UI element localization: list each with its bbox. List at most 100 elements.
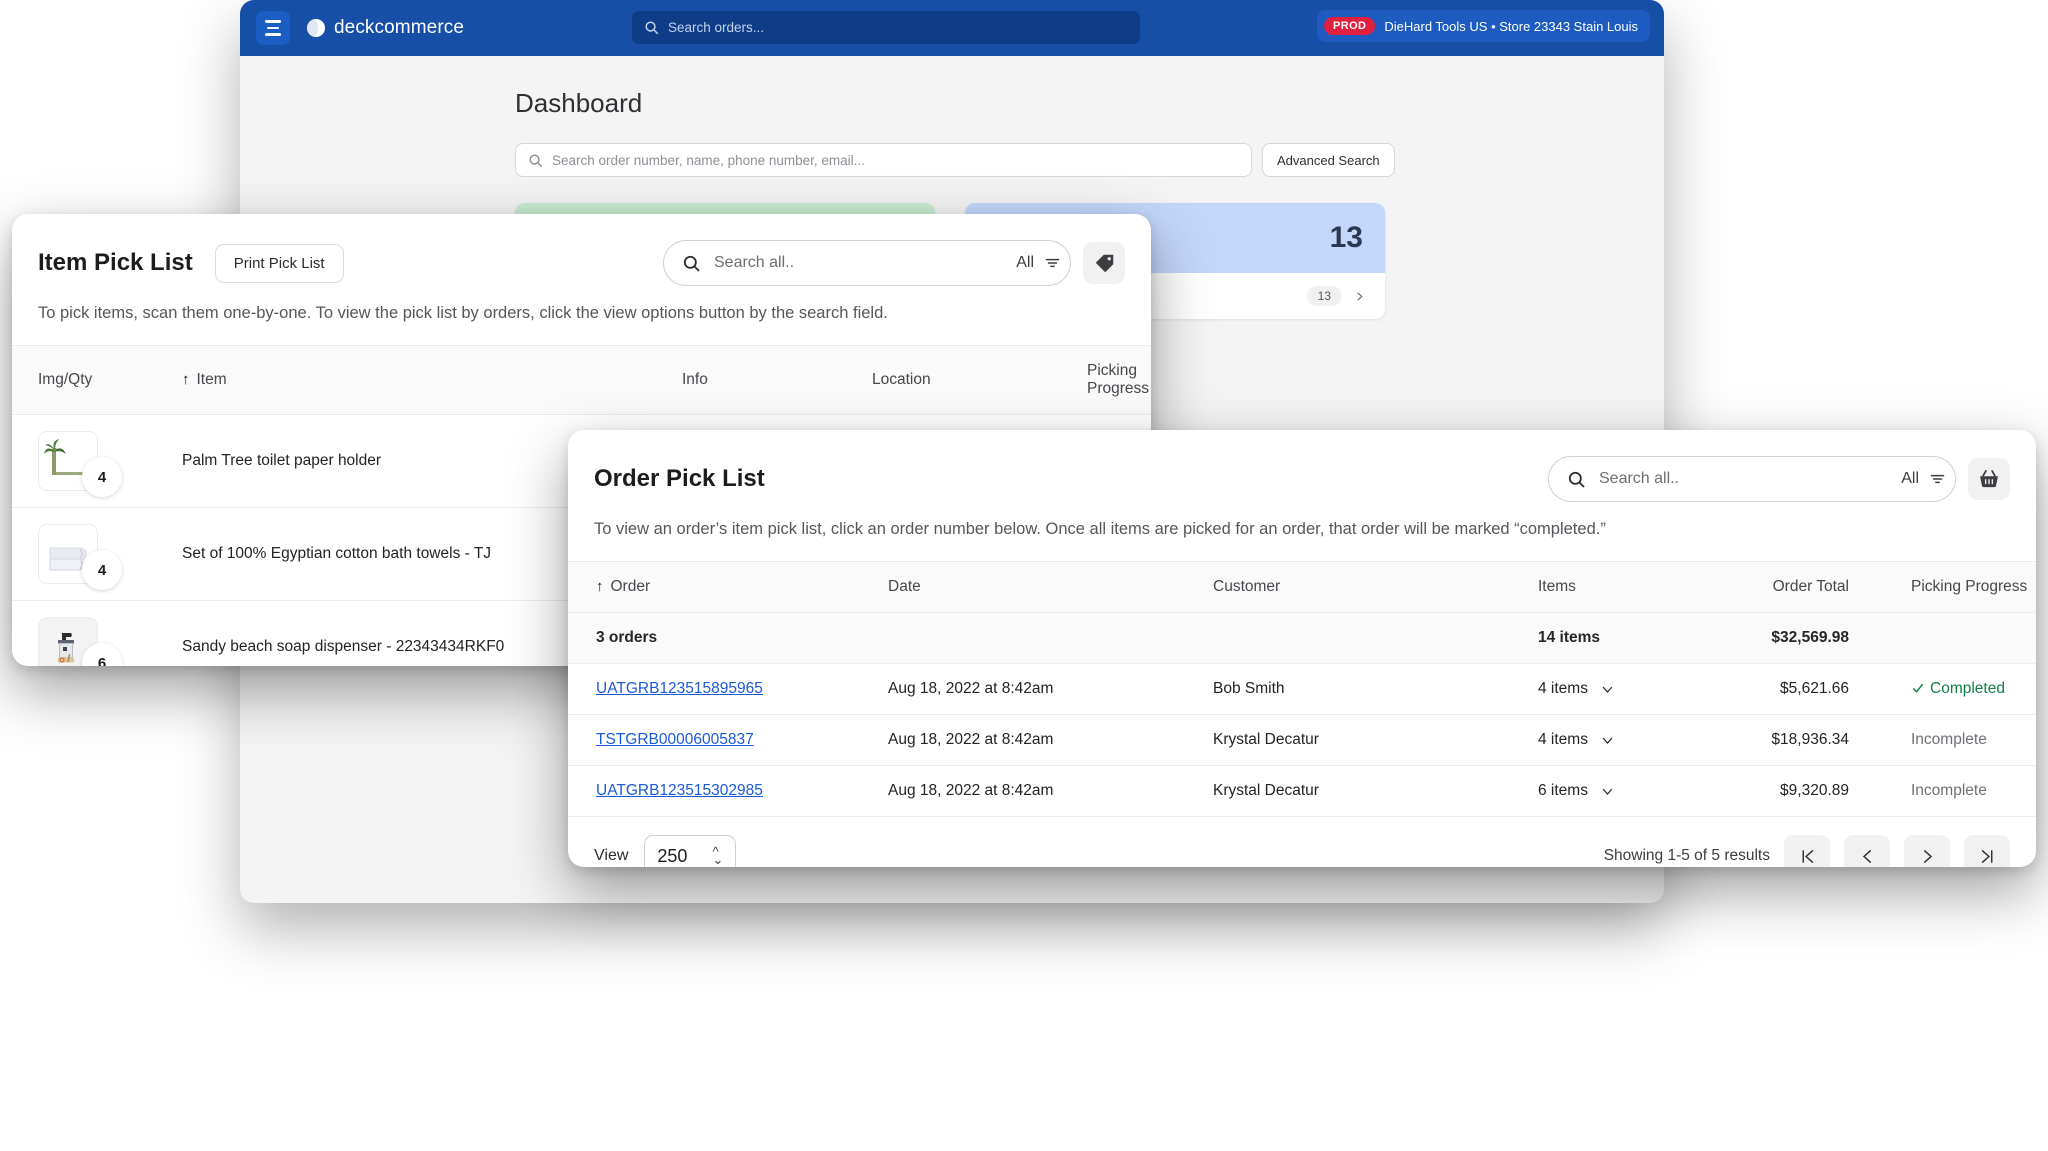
order-total: $9,320.89 [1693,765,1873,817]
header-search-input[interactable]: Search orders... [632,11,1140,44]
order-items-cell[interactable]: 4 items [1538,680,1693,698]
screenshot-root: deckcommerce Search orders... PROD DieHa… [0,0,2048,1151]
table-row[interactable]: TSTGRB00006005837 Aug 18, 2022 at 8:42am… [568,714,2036,766]
order-date: Aug 18, 2022 at 8:42am [888,663,1213,715]
order-date: Aug 18, 2022 at 8:42am [888,765,1213,817]
sort-asc-icon: ↑ [596,578,604,595]
check-icon [1912,683,1924,693]
order-customer: Krystal Decatur [1213,765,1538,817]
tag-view-button[interactable] [1083,242,1125,284]
order-number-link[interactable]: TSTGRB00006005837 [596,731,754,748]
showing-results-label: Showing 1-5 of 5 results [1603,847,1770,864]
item-pick-list-topbar: Item Pick List Print Pick List Search al… [12,214,1151,286]
order-total: $18,936.34 [1693,714,1873,766]
order-items-count: 4 items [1538,731,1588,748]
dashboard-search-input[interactable]: Search order number, name, phone number,… [515,143,1252,177]
first-page-icon [1802,849,1813,863]
column-customer: Customer [1213,561,1538,613]
item-pick-list-title: Item Pick List [38,249,193,276]
dashboard-search-placeholder: Search order number, name, phone number,… [552,152,865,168]
card-row-count: 13 [1306,286,1342,306]
filter-icon [1930,474,1945,484]
summary-items: 14 items [1538,612,1693,664]
summary-orders: 3 orders [568,612,888,664]
first-page-button[interactable] [1784,835,1830,867]
print-pick-list-button[interactable]: Print Pick List [214,243,344,283]
pagination: Showing 1-5 of 5 results [1604,835,2010,867]
column-order-total: Order Total [1693,561,1873,613]
dashboard-search-row: Search order number, name, phone number,… [515,143,1664,177]
page-size-stepper[interactable]: 250 ^ ⌄ [644,835,737,867]
item-pick-list-description: To pick items, scan them one-by-one. To … [38,304,888,322]
item-filter-label: All [1016,254,1034,271]
item-search-input[interactable]: Search all.. All [663,240,1071,286]
chevron-down-icon [1602,737,1613,744]
last-page-icon [1981,849,1992,863]
item-thumbnail-cell: 4 [38,524,122,590]
order-pick-list-title: Order Pick List [594,465,765,492]
table-header-row: ↑ Order Date Customer Items Order Total P… [568,561,2036,613]
order-pick-list-panel: Order Pick List Search all.. All To view… [568,430,2036,867]
shopping-basket-icon [1980,470,1998,488]
column-info: Info [682,345,872,415]
chevron-down-icon [1602,788,1613,795]
order-number-link[interactable]: UATGRB123515895965 [596,680,763,697]
column-order[interactable]: ↑ Order [568,561,888,613]
page-title: Dashboard [515,88,643,118]
cloud-icon [307,19,325,37]
column-item[interactable]: ↑ Item [182,345,682,415]
column-picking-progress: Picking Progress [1087,345,1151,415]
order-search-input[interactable]: Search all.. All [1548,456,1956,502]
last-page-button[interactable] [1964,835,2010,867]
order-items-count: 6 items [1538,782,1588,799]
app-header: deckcommerce Search orders... PROD DieHa… [240,0,1664,56]
brand-name: deckcommerce [334,17,465,38]
search-icon [683,255,700,272]
chevron-up-down-icon: ^ ⌄ [712,843,724,867]
item-search-placeholder: Search all.. [714,254,795,271]
store-selector[interactable]: PROD DieHard Tools US • Store 23343 Stai… [1316,10,1650,42]
previous-page-button[interactable] [1844,835,1890,867]
status-badge: Completed [1911,680,2005,697]
column-location: Location [872,345,1087,415]
brand-logo: deckcommerce [307,17,464,39]
view-label: View [594,847,629,864]
chevron-right-icon [1357,291,1363,301]
order-items-cell[interactable]: 6 items [1538,782,1693,800]
chevron-left-icon [1862,849,1871,863]
column-img-qty: Img/Qty [12,345,182,415]
column-items: Items [1538,561,1693,613]
table-row[interactable]: UATGRB123515895965 Aug 18, 2022 at 8:42a… [568,663,2036,715]
item-filter-control[interactable]: All [990,254,1062,272]
qty-badge: 4 [82,457,122,497]
status-badge: Incomplete [1873,765,2036,817]
chevron-right-icon [1923,849,1932,863]
order-pick-list-footer: View 250 ^ ⌄ Showing 1-5 of 5 results [568,817,2036,867]
menu-icon[interactable] [256,11,290,45]
summary-total: $32,569.98 [1693,612,1873,664]
order-items-count: 4 items [1538,680,1588,697]
order-filter-control[interactable]: All [1875,470,1947,488]
column-picking-progress: Picking Progress [1873,561,2036,613]
order-total: $5,621.66 [1693,663,1873,715]
order-search-placeholder: Search all.. [1599,470,1680,487]
sort-asc-icon: ↑ [182,371,190,388]
order-customer: Bob Smith [1213,663,1538,715]
next-page-button[interactable] [1904,835,1950,867]
order-number-link[interactable]: UATGRB123515302985 [596,782,763,799]
basket-view-button[interactable] [1968,458,2010,500]
filter-icon [1045,258,1060,268]
advanced-search-button[interactable]: Advanced Search [1262,143,1395,177]
summary-row: 3 orders 14 items $32,569.98 [568,612,2036,664]
order-pick-list-topbar: Order Pick List Search all.. All [568,430,2036,502]
env-badge: PROD [1323,17,1376,35]
card-count: 13 [1329,221,1363,254]
order-pick-list-description: To view an order’s item pick list, click… [594,520,1606,538]
order-date: Aug 18, 2022 at 8:42am [888,714,1213,766]
header-search-placeholder: Search orders... [668,20,765,35]
store-label: DieHard Tools US • Store 23343 Stain Lou… [1384,18,1638,34]
table-row[interactable]: UATGRB123515302985 Aug 18, 2022 at 8:42a… [568,765,2036,817]
order-items-cell[interactable]: 4 items [1538,731,1693,749]
search-icon [529,153,543,167]
qty-badge: 4 [82,550,122,590]
